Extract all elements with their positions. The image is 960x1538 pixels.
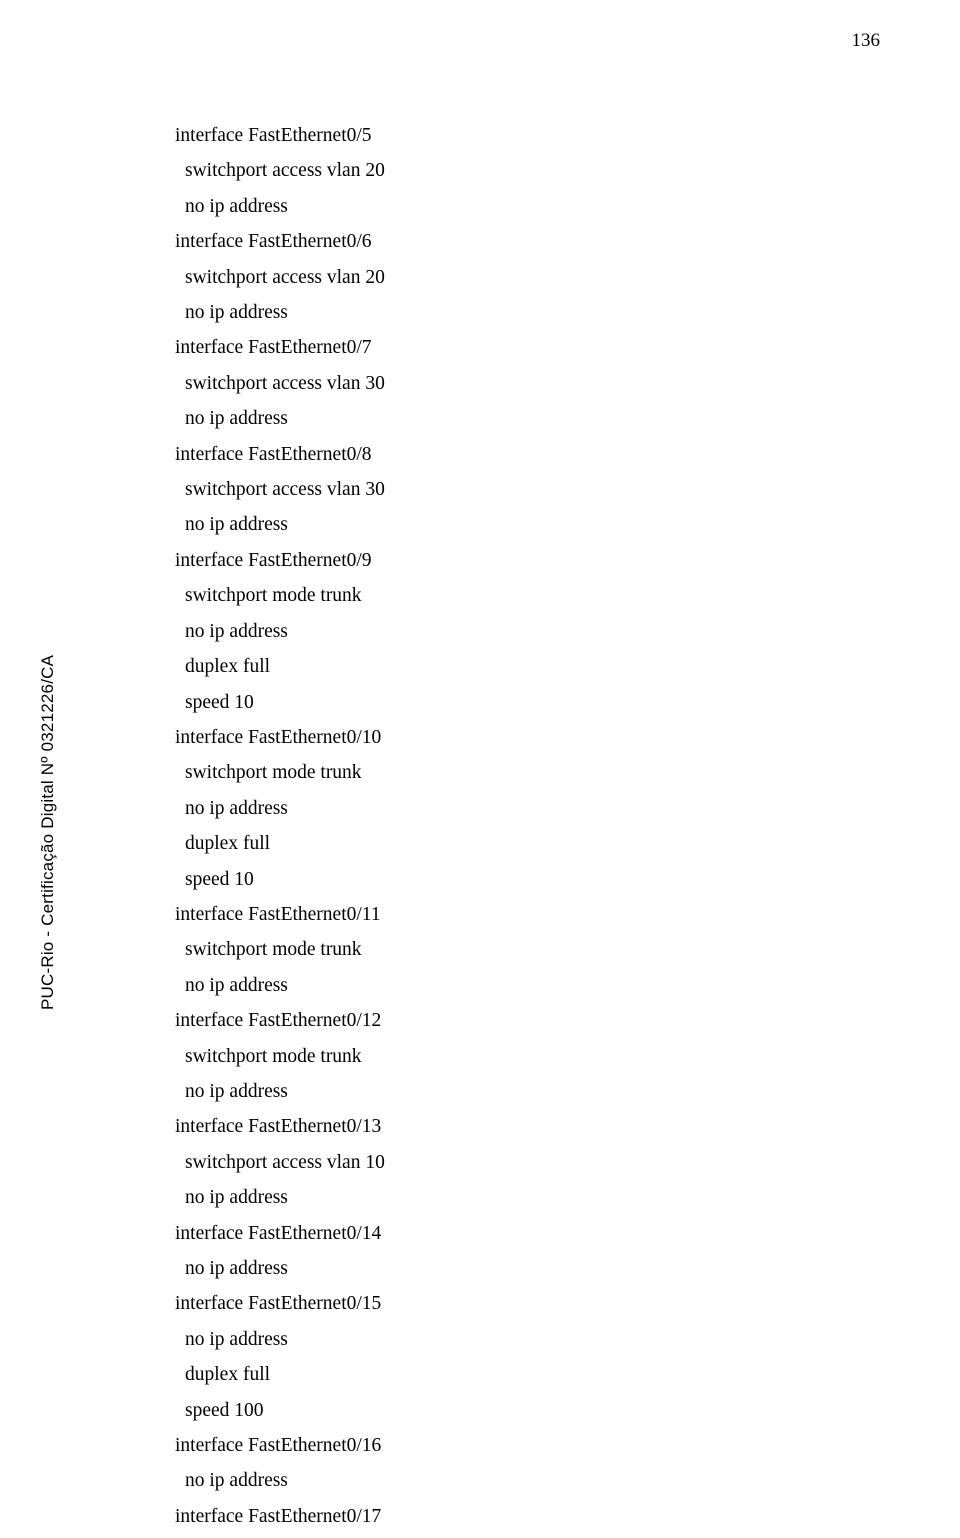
config-line: switchport mode trunk: [175, 755, 875, 790]
config-line: speed 10: [175, 685, 875, 720]
config-line: switchport access vlan 30: [175, 366, 875, 401]
config-line: switchport access vlan 20: [175, 260, 875, 295]
config-line: no ip address: [175, 791, 875, 826]
config-line: interface FastEthernet0/13: [175, 1109, 875, 1144]
config-line: no ip address: [175, 614, 875, 649]
document-page: 136 PUC-Rio - Certificação Digital Nº 03…: [0, 0, 960, 1538]
config-line: no ip address: [175, 968, 875, 1003]
config-line: switchport mode trunk: [175, 1039, 875, 1074]
config-line: no ip address: [175, 1322, 875, 1357]
config-line: duplex full: [175, 1357, 875, 1392]
config-line: switchport access vlan 10: [175, 1145, 875, 1180]
page-number: 136: [852, 30, 881, 52]
config-line: interface FastEthernet0/12: [175, 1003, 875, 1038]
config-line: no ip address: [175, 401, 875, 436]
watermark-text: PUC-Rio - Certificação Digital Nº 032122…: [38, 655, 58, 1010]
config-line: interface FastEthernet0/11: [175, 897, 875, 932]
config-line: interface FastEthernet0/15: [175, 1286, 875, 1321]
config-line: no ip address: [175, 507, 875, 542]
config-line: speed 10: [175, 862, 875, 897]
config-line: interface FastEthernet0/5: [175, 118, 875, 153]
config-line: duplex full: [175, 649, 875, 684]
config-line: no ip address: [175, 1463, 875, 1498]
config-line: interface FastEthernet0/16: [175, 1428, 875, 1463]
config-line: duplex full: [175, 826, 875, 861]
config-line: no ip address: [175, 1180, 875, 1215]
config-line: no ip address: [175, 1074, 875, 1109]
config-line: interface FastEthernet0/9: [175, 543, 875, 578]
config-line: no ip address: [175, 189, 875, 224]
config-line: interface FastEthernet0/6: [175, 224, 875, 259]
config-line: no ip address: [175, 1251, 875, 1286]
config-line: switchport mode trunk: [175, 578, 875, 613]
config-line: interface FastEthernet0/10: [175, 720, 875, 755]
config-line: interface FastEthernet0/17: [175, 1499, 875, 1534]
config-text-block: interface FastEthernet0/5switchport acce…: [175, 118, 875, 1534]
config-line: switchport mode trunk: [175, 932, 875, 967]
config-line: switchport access vlan 20: [175, 153, 875, 188]
config-line: interface FastEthernet0/7: [175, 330, 875, 365]
config-line: no ip address: [175, 295, 875, 330]
config-line: interface FastEthernet0/14: [175, 1216, 875, 1251]
config-line: switchport access vlan 30: [175, 472, 875, 507]
config-line: interface FastEthernet0/8: [175, 437, 875, 472]
config-line: speed 100: [175, 1393, 875, 1428]
